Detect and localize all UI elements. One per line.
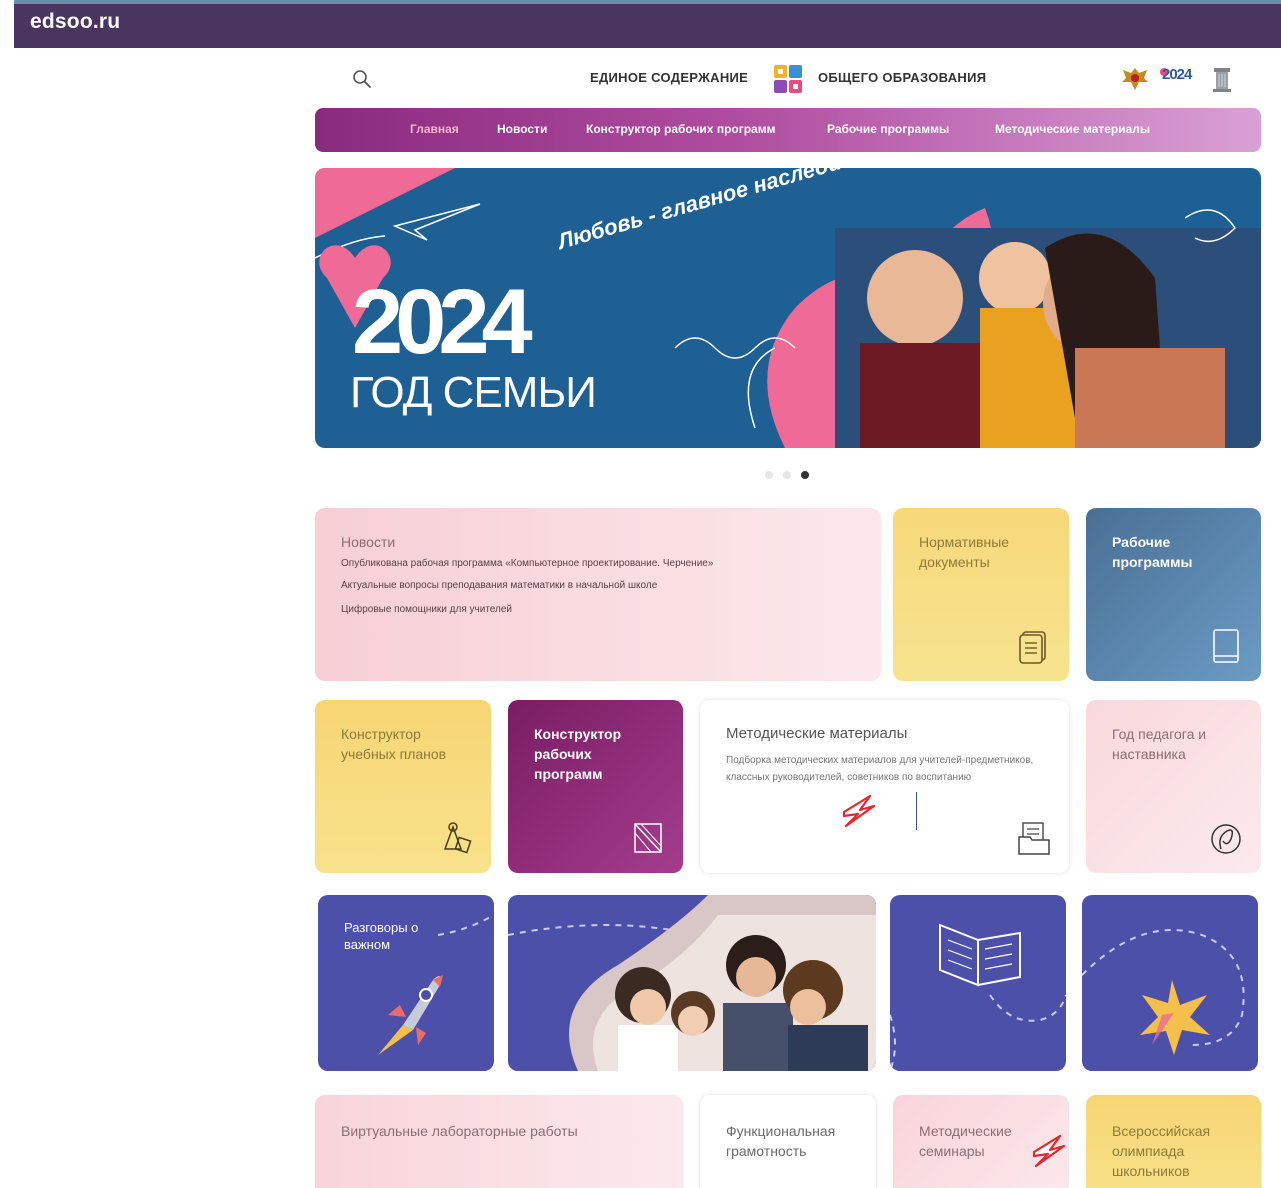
brand-logo-icon[interactable] [773,64,803,94]
normative-documents-title: Нормативные документы [919,534,1010,570]
coat-of-arms-icon[interactable] [1120,64,1150,92]
curriculum-builder-tile[interactable]: Конструктор учебных планов [315,700,491,873]
nav-item-home[interactable]: Главная [410,122,459,136]
methodical-materials-tile[interactable]: Методические материалы Подборка методиче… [700,700,1069,873]
nav-item-news[interactable]: Новости [497,122,547,136]
main-navigation: Главная Новости Конструктор рабочих прог… [315,108,1261,152]
program-builder-title: Конструктор рабочих программ [534,726,622,782]
lightning-marker-icon [1032,1134,1066,1168]
students-photo [508,895,876,1071]
emblem-circle-icon [1211,824,1241,854]
window-left-margin [0,0,14,1188]
students-photo-tile[interactable] [508,895,876,1071]
blocks-icon [443,822,472,854]
year-of-family-badge[interactable]: 2024 [1160,64,1198,92]
normative-documents-tile[interactable]: Нормативные документы [893,508,1069,681]
work-programs-tile[interactable]: Рабочие программы [1086,508,1261,681]
program-builder-tile[interactable]: Конструктор рабочих программ [508,700,683,873]
window-domain: edsoo.ru [30,10,121,33]
methodical-seminars-title: Методические семинары [919,1123,1012,1159]
brand-title-right[interactable]: ОБЩЕГО ОБРАЗОВАНИЯ [818,70,986,85]
monument-icon[interactable] [1212,65,1232,93]
carousel-dot-1[interactable] [765,471,773,479]
carousel-dot-2[interactable] [783,471,791,479]
news-tile-title: Новости [341,534,396,550]
banner-year: 2024 [352,271,533,373]
brand-title-left[interactable]: ЕДИНОЕ СОДЕРЖАНИЕ [590,70,748,85]
news-item[interactable]: Опубликована рабочая программа «Компьюте… [341,558,713,569]
document-icon [1019,631,1046,664]
news-tile[interactable]: Новости Опубликована рабочая программа «… [315,508,881,681]
nav-item-methodical-materials[interactable]: Методические материалы [995,122,1150,136]
teacher-year-title: Год педагога и наставника [1112,726,1207,762]
achievements-tile[interactable] [1082,895,1258,1071]
folder-icon [1018,822,1050,855]
functional-literacy-title: Функциональная грамотность [726,1123,836,1159]
text-cursor [916,792,917,830]
virtual-labs-tile[interactable]: Виртуальные лабораторные работы [315,1095,683,1188]
window-titlebar: edsoo.ru [14,4,1281,48]
important-talks-tile[interactable]: Разговоры о важном [318,895,494,1071]
search-icon[interactable] [351,68,373,90]
star-icon [1082,929,1245,1055]
carousel-dots [765,470,815,480]
curriculum-builder-title: Конструктор учебных планов [341,726,447,762]
functional-literacy-tile[interactable]: Функциональная грамотность [700,1095,876,1188]
news-item[interactable]: Актуальные вопросы преподавания математи… [341,580,657,591]
badge-year: 2024 [1162,66,1192,83]
book-icon [1213,629,1239,663]
rocket-icon [378,914,494,1055]
lightning-marker-icon [842,794,876,828]
banner-subtitle: ГОД СЕМЬИ [350,368,597,417]
ruler-icon [634,823,662,853]
news-item[interactable]: Цифровые помощники для учителей [341,604,512,615]
library-tile[interactable] [890,895,1066,1071]
teacher-year-tile[interactable]: Год педагога и наставника [1086,700,1261,873]
methodical-materials-description: Подборка методических материалов для учи… [726,755,1034,783]
methodical-materials-title: Методические материалы [726,725,908,742]
carousel-dot-3[interactable] [801,471,809,479]
virtual-labs-title: Виртуальные лабораторные работы [341,1123,578,1139]
olympiad-title: Всероссийская олимпиада школьников [1112,1123,1211,1179]
nav-item-program-builder[interactable]: Конструктор рабочих программ [586,122,775,136]
screen: edsoo.ru ЕДИНОЕ СОДЕРЖАНИЕ ОБЩЕГО ОБРАЗО… [0,0,1281,1188]
olympiad-tile[interactable]: Всероссийская олимпиада школьников [1086,1095,1261,1188]
nav-item-work-programs[interactable]: Рабочие программы [827,122,949,136]
open-book-icon [890,923,1066,1071]
work-programs-title: Рабочие программы [1112,534,1193,570]
